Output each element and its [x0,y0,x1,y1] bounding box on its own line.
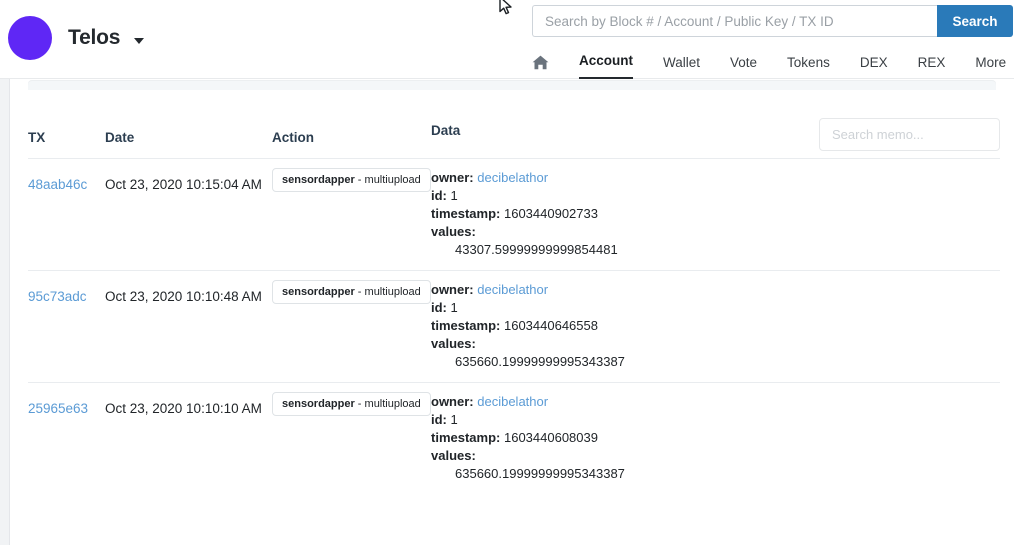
column-header-data: Data [431,123,461,138]
data-timestamp-line: timestamp: 1603440902733 [431,205,618,223]
search-button[interactable]: Search [937,5,1013,37]
brand[interactable]: Telos [8,16,145,60]
action-cell: sensordapper - multiupload [272,280,431,304]
tx-link[interactable]: 95c73adc [28,289,87,304]
data-values-key: values: [431,336,476,351]
action-name: multiupload [364,286,421,298]
data-owner-key: owner: [431,170,474,185]
global-search: Search [532,5,1013,37]
data-owner-value[interactable]: decibelathor [477,282,548,297]
data-values-key: values: [431,224,476,239]
data-owner-value[interactable]: decibelathor [477,394,548,409]
nav-item-account[interactable]: Account [579,53,633,79]
data-cell: owner: decibelathor id: 1 timestamp: 160… [431,393,625,483]
tx-link[interactable]: 48aab46c [28,177,87,192]
data-owner-line: owner: decibelathor [431,393,625,411]
data-id-line: id: 1 [431,411,625,429]
data-id-value: 1 [450,188,458,203]
chevron-down-icon[interactable] [134,38,145,44]
data-values-value: 635660.19999999995343387 [455,354,625,369]
tx-date: Oct 23, 2020 10:15:04 AM [105,177,262,192]
column-header-date: Date [105,130,135,145]
data-timestamp-key: timestamp: [431,318,501,333]
home-icon [532,55,549,70]
table-row[interactable]: 48aab46c Oct 23, 2020 10:15:04 AM sensor… [28,158,1000,270]
nav-item-dex[interactable]: DEX [860,55,888,79]
table-row[interactable]: 95c73adc Oct 23, 2020 10:10:48 AM sensor… [28,270,1000,382]
nav-item-wallet[interactable]: Wallet [663,55,700,79]
data-owner-line: owner: decibelathor [431,281,625,299]
table-header-row: TX Date Action Data [28,108,1000,158]
action-separator: - [354,174,365,186]
data-id-line: id: 1 [431,187,618,205]
tx-date: Oct 23, 2020 10:10:48 AM [105,289,262,304]
action-badge[interactable]: sensordapper - multiupload [272,392,431,416]
data-id-value: 1 [450,300,458,315]
tx-date: Oct 23, 2020 10:10:10 AM [105,401,262,416]
action-separator: - [354,286,365,298]
telos-logo-icon [8,16,52,60]
data-timestamp-key: timestamp: [431,206,501,221]
column-header-action: Action [272,130,314,145]
data-timestamp-value: 1603440646558 [503,318,598,333]
action-badge[interactable]: sensordapper - multiupload [272,280,431,304]
action-contract: sensordapper [282,174,355,186]
data-id-key: id: [431,300,447,315]
data-id-key: id: [431,412,447,427]
data-id-line: id: 1 [431,299,625,317]
nav-item-more[interactable]: More [975,55,1014,79]
data-id-key: id: [431,188,447,203]
data-timestamp-line: timestamp: 1603440646558 [431,317,625,335]
column-header-tx: TX [28,130,46,145]
nav-item-tokens[interactable]: Tokens [787,55,830,79]
data-owner-line: owner: decibelathor [431,169,618,187]
scrolled-panel-edge [28,80,996,90]
action-cell: sensordapper - multiupload [272,168,431,192]
action-name: multiupload [364,398,421,410]
data-values-value: 635660.19999999995343387 [455,466,625,481]
site-header: Telos Search Account Wallet Vote Tokens … [0,0,1014,79]
action-separator: - [354,398,365,410]
data-id-value: 1 [450,412,458,427]
tx-link[interactable]: 25965e63 [28,401,88,416]
memo-search-input[interactable] [819,118,1000,151]
data-timestamp-key: timestamp: [431,430,501,445]
data-timestamp-value: 1603440608039 [503,430,598,445]
search-input[interactable] [532,5,937,37]
data-values-value: 43307.59999999999854481 [455,242,618,257]
action-cell: sensordapper - multiupload [272,392,431,416]
data-timestamp-line: timestamp: 1603440608039 [431,429,625,447]
data-owner-key: owner: [431,282,474,297]
action-badge[interactable]: sensordapper - multiupload [272,168,431,192]
nav-item-home[interactable] [532,55,549,79]
data-values-key: values: [431,448,476,463]
main-nav: Account Wallet Vote Tokens DEX REX More [532,45,1014,79]
nav-item-vote[interactable]: Vote [730,55,757,79]
action-contract: sensordapper [282,286,355,298]
action-contract: sensordapper [282,398,355,410]
data-cell: owner: decibelathor id: 1 timestamp: 160… [431,281,625,371]
action-name: multiupload [364,174,421,186]
data-timestamp-value: 1603440902733 [503,206,598,221]
data-owner-key: owner: [431,394,474,409]
transactions-table: TX Date Action Data 48aab46c Oct 23, 202… [28,108,1000,494]
nav-item-rex[interactable]: REX [918,55,946,79]
data-cell: owner: decibelathor id: 1 timestamp: 160… [431,169,618,259]
brand-name: Telos [68,26,121,49]
nav-item-more-label: More [975,55,1007,70]
table-row[interactable]: 25965e63 Oct 23, 2020 10:10:10 AM sensor… [28,382,1000,494]
data-owner-value[interactable]: decibelathor [477,170,548,185]
